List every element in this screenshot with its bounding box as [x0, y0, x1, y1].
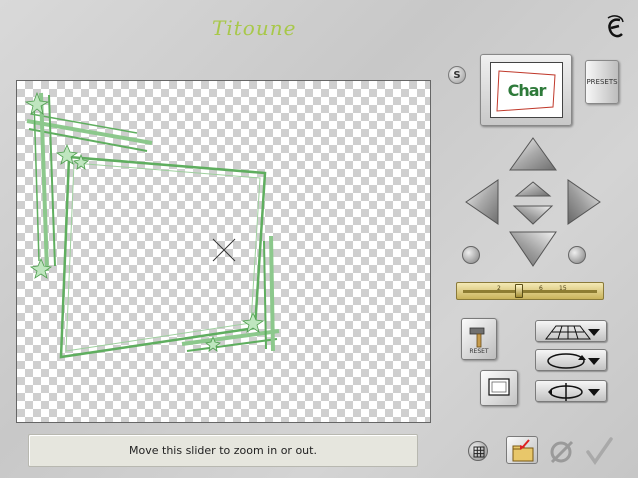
status-bar: Move this slider to zoom in or out.	[28, 434, 418, 467]
checkmark-icon[interactable]	[584, 436, 614, 466]
chevron-down-icon	[588, 358, 600, 365]
flip-axis-icon	[548, 383, 583, 401]
reset-button[interactable]: RESET	[461, 318, 497, 360]
s-button-label: S	[453, 69, 461, 81]
perspective-grid-icon	[544, 325, 592, 340]
zoom-tick-label: 6	[539, 285, 543, 292]
open-folder-button[interactable]	[506, 436, 538, 464]
zoom-slider-thumb[interactable]	[515, 284, 524, 298]
arrow-up-icon[interactable]	[509, 137, 557, 171]
status-message: Move this slider to zoom in or out.	[129, 444, 317, 457]
rotate-cw-icon[interactable]	[568, 246, 586, 264]
zoom-slider[interactable]: 2 1 6 15	[456, 282, 604, 300]
chevron-down-icon	[588, 329, 600, 336]
presets-label: PRESETS	[586, 78, 618, 86]
center-up-icon[interactable]	[514, 181, 552, 197]
cancel-icon[interactable]	[548, 438, 576, 466]
rotate-ccw-icon[interactable]	[462, 246, 480, 264]
grid-icon[interactable]	[468, 441, 488, 461]
flip-dropdown[interactable]	[535, 380, 607, 402]
s-button[interactable]: S	[448, 66, 466, 84]
reset-label: RESET	[469, 348, 489, 355]
zoom-tick-label: 2	[497, 285, 501, 292]
arrow-right-icon[interactable]	[567, 179, 601, 225]
zoom-tick-label: 15	[559, 285, 567, 292]
brand-title: Titoune	[212, 16, 297, 40]
preview-text: Char	[507, 80, 547, 100]
arrow-left-icon[interactable]	[465, 179, 499, 225]
perspective-dropdown[interactable]	[535, 320, 607, 342]
chevron-down-icon	[588, 389, 600, 396]
frame-icon	[488, 378, 510, 396]
arrow-down-icon[interactable]	[509, 231, 557, 267]
hammer-icon	[469, 327, 485, 348]
preview-image: Char	[490, 62, 563, 118]
preview-canvas[interactable]	[16, 80, 431, 423]
zoom-slider-track	[463, 290, 597, 293]
presets-button[interactable]: PRESETS	[585, 60, 619, 104]
folder-open-icon	[512, 439, 534, 462]
ornate-e-logo-icon	[604, 14, 626, 42]
ellipse-rotate-icon	[547, 353, 586, 369]
shape-dropdown[interactable]	[535, 349, 607, 371]
preset-preview-thumbnail[interactable]: Char	[480, 54, 572, 126]
frame-view-button[interactable]	[480, 370, 518, 406]
center-down-icon[interactable]	[512, 205, 554, 225]
